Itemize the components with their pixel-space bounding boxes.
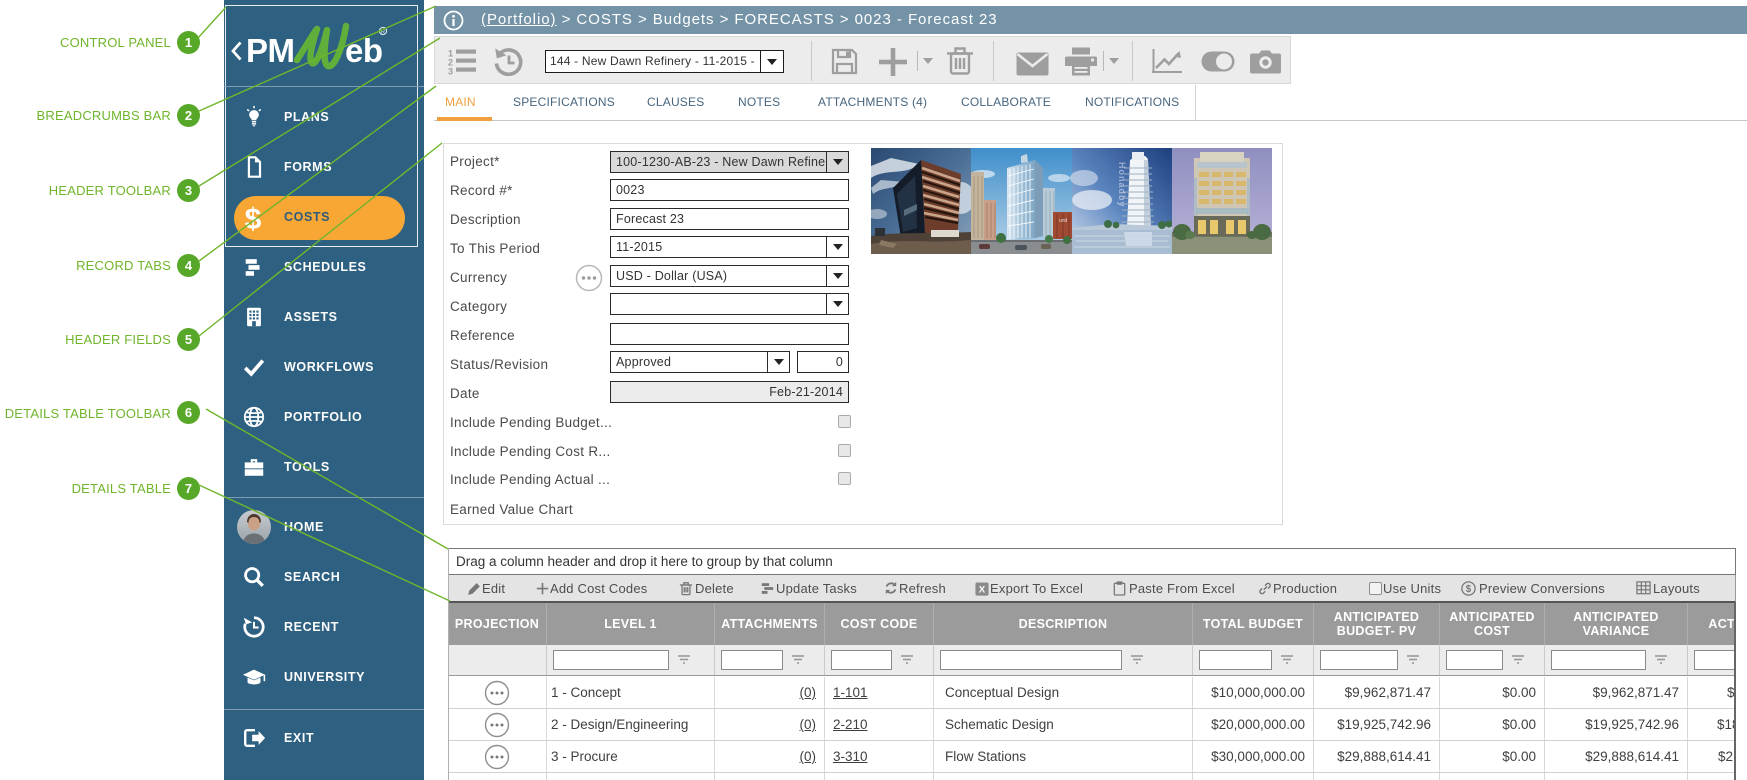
svg-text:eb: eb [345,32,383,69]
svg-text:3: 3 [448,67,453,76]
svg-text:Honadby: Honadby [1117,162,1127,208]
svg-text:PM: PM [246,32,295,69]
svg-text:$: $ [1466,584,1472,595]
svg-text:und: und [1059,218,1068,224]
svg-text:R: R [381,30,385,36]
svg-text:X: X [979,585,986,596]
svg-text:$: $ [245,203,262,233]
